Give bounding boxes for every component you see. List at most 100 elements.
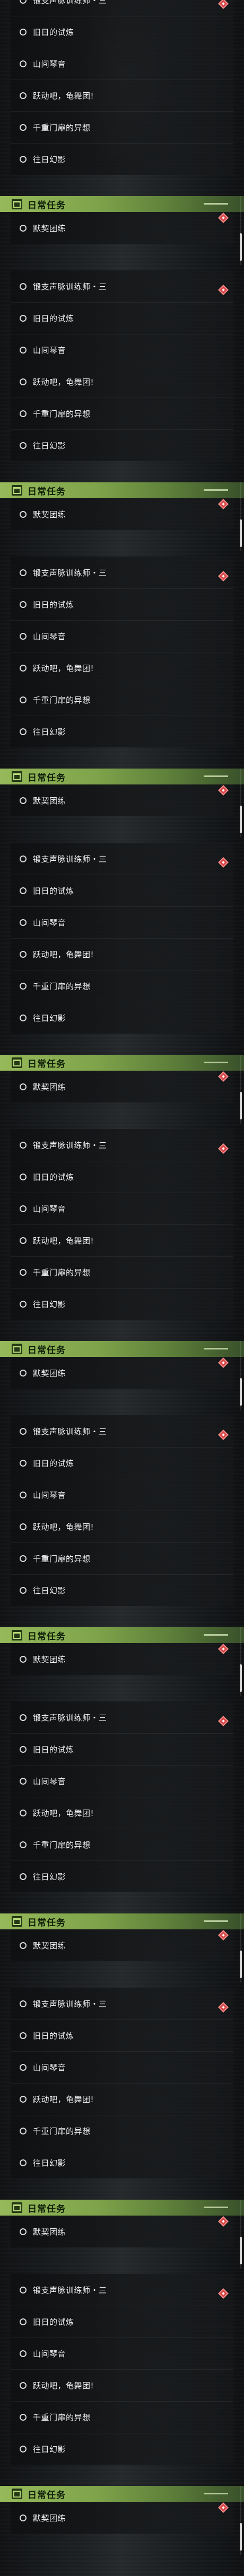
quest-item[interactable]: 跃动吧，龟舞团!	[11, 2083, 233, 2115]
daily-tasks-header[interactable]: 日常任务	[0, 482, 244, 498]
daily-quest-item[interactable]: 默契团练	[11, 1929, 233, 1961]
quest-item[interactable]: 旧日的试炼	[11, 2306, 233, 2337]
quest-item[interactable]: 锻支声脉训练师・三	[11, 1988, 233, 2019]
daily-tasks-header[interactable]: 日常任务	[0, 1913, 244, 1929]
daily-quest-item[interactable]: 默契团练	[11, 1071, 233, 1102]
daily-quest-item[interactable]: 默契团练	[11, 2502, 233, 2534]
scrollbar-thumb[interactable]	[240, 1092, 242, 1119]
quest-item[interactable]: 锻支声脉训练师・三	[11, 843, 233, 875]
map-pin-icon[interactable]	[218, 1357, 229, 1368]
quest-item[interactable]: 往日幻影	[11, 143, 233, 175]
quest-item[interactable]: 千重门扉的异想	[11, 2115, 233, 2147]
quest-item[interactable]: 山间琴音	[11, 334, 233, 366]
map-pin-icon[interactable]	[218, 1430, 229, 1440]
map-pin-icon[interactable]	[218, 2216, 229, 2227]
daily-quest-item[interactable]: 默契团练	[11, 2216, 233, 2247]
quest-item[interactable]: 山间琴音	[11, 48, 233, 80]
quest-item[interactable]: 山间琴音	[11, 1765, 233, 1797]
daily-tasks-header[interactable]: 日常任务	[0, 2200, 244, 2216]
quest-item[interactable]: 旧日的试炼	[11, 16, 233, 48]
map-pin-icon[interactable]	[218, 213, 229, 223]
quest-item[interactable]: 千重门扉的异想	[11, 1542, 233, 1574]
quest-item[interactable]: 锻支声脉训练师・三	[11, 1701, 233, 1733]
quest-item[interactable]: 千重门扉的异想	[11, 684, 233, 716]
map-pin-icon[interactable]	[218, 2502, 229, 2513]
quest-item[interactable]: 跃动吧，龟舞团!	[11, 652, 233, 684]
daily-tasks-header[interactable]: 日常任务	[0, 1341, 244, 1357]
daily-quest-item[interactable]: 默契团练	[11, 784, 233, 816]
daily-tasks-header[interactable]: 日常任务	[0, 1055, 244, 1071]
quest-item[interactable]: 千重门扉的异想	[11, 2401, 233, 2433]
quest-item[interactable]: 山间琴音	[11, 1479, 233, 1511]
quest-item[interactable]: 跃动吧，龟舞团!	[11, 2369, 233, 2401]
scrollbar-thumb[interactable]	[240, 2237, 242, 2264]
quest-item[interactable]: 往日幻影	[11, 2147, 233, 2178]
quest-item[interactable]: 跃动吧，龟舞团!	[11, 1224, 233, 1256]
map-pin-icon[interactable]	[218, 499, 229, 509]
scrollbar-thumb[interactable]	[240, 1951, 242, 1978]
quest-item[interactable]: 跃动吧，龟舞团!	[11, 366, 233, 398]
quest-item[interactable]: 千重门扉的异想	[11, 970, 233, 1002]
quest-item[interactable]: 往日幻影	[11, 429, 233, 461]
map-pin-icon[interactable]	[218, 2002, 229, 2013]
quest-item[interactable]: 山间琴音	[11, 2051, 233, 2083]
quest-item[interactable]: 往日幻影	[11, 1860, 233, 1892]
daily-tasks-header[interactable]: 日常任务	[0, 196, 244, 212]
quest-item[interactable]: 跃动吧，龟舞团!	[11, 1797, 233, 1829]
quest-item[interactable]: 锻支声脉训练师・三	[11, 2274, 233, 2306]
quest-item[interactable]: 锻支声脉训练师・三	[11, 557, 233, 588]
quest-item[interactable]: 旧日的试炼	[11, 875, 233, 906]
quest-item[interactable]: 往日幻影	[11, 2433, 233, 2465]
daily-tasks-header[interactable]: 日常任务	[0, 769, 244, 784]
quest-item[interactable]: 锻支声脉训练师・三	[11, 270, 233, 302]
map-pin-icon[interactable]	[218, 2288, 229, 2299]
quest-item[interactable]: 旧日的试炼	[11, 1161, 233, 1193]
quest-item[interactable]: 山间琴音	[11, 1193, 233, 1224]
daily-tasks-header[interactable]: 日常任务	[0, 1627, 244, 1643]
scrollbar-thumb[interactable]	[240, 1664, 242, 1692]
daily-quest-item[interactable]: 默契团练	[11, 212, 233, 244]
quest-item[interactable]: 旧日的试炼	[11, 1447, 233, 1479]
quest-item[interactable]: 千重门扉的异想	[11, 398, 233, 429]
quest-item[interactable]: 山间琴音	[11, 620, 233, 652]
map-pin-icon[interactable]	[218, 1143, 229, 1154]
map-pin-icon[interactable]	[218, 1716, 229, 1726]
quest-item[interactable]: 千重门扉的异想	[11, 111, 233, 143]
map-pin-icon[interactable]	[218, 285, 229, 295]
quest-item[interactable]: 锻支声脉训练师・三	[11, 1129, 233, 1161]
map-pin-icon[interactable]	[218, 0, 229, 9]
quest-item[interactable]: 往日幻影	[11, 1288, 233, 1320]
quest-item[interactable]: 山间琴音	[11, 906, 233, 938]
scrollbar-thumb[interactable]	[240, 519, 242, 547]
map-pin-icon[interactable]	[218, 571, 229, 581]
daily-quest-item[interactable]: 默契团练	[11, 1357, 233, 1389]
map-pin-icon[interactable]	[218, 1644, 229, 1654]
divider	[11, 1224, 233, 1225]
quest-item[interactable]: 旧日的试炼	[11, 2019, 233, 2051]
quest-item[interactable]: 山间琴音	[11, 2337, 233, 2369]
daily-tasks-header[interactable]: 日常任务	[0, 2486, 244, 2502]
map-pin-icon[interactable]	[218, 1930, 229, 1940]
scrollbar-thumb[interactable]	[240, 2523, 242, 2551]
quest-item[interactable]: 锻支声脉训练师・三	[11, 0, 233, 16]
daily-quest-item[interactable]: 默契团练	[11, 1643, 233, 1675]
quest-item[interactable]: 往日幻影	[11, 1002, 233, 1034]
map-pin-icon[interactable]	[218, 857, 229, 868]
scrollbar-thumb[interactable]	[240, 806, 242, 833]
scrollbar-thumb[interactable]	[240, 233, 242, 261]
quest-item[interactable]: 跃动吧，龟舞团!	[11, 938, 233, 970]
quest-item[interactable]: 旧日的试炼	[11, 1733, 233, 1765]
map-pin-icon[interactable]	[218, 785, 229, 796]
map-pin-icon[interactable]	[218, 1071, 229, 1082]
scrollbar-thumb[interactable]	[240, 1378, 242, 1406]
quest-item[interactable]: 千重门扉的异想	[11, 1829, 233, 1860]
quest-item[interactable]: 跃动吧，龟舞团!	[11, 1511, 233, 1542]
quest-item[interactable]: 往日幻影	[11, 1574, 233, 1606]
quest-item[interactable]: 跃动吧，龟舞团!	[11, 80, 233, 111]
quest-item[interactable]: 锻支声脉训练师・三	[11, 1415, 233, 1447]
quest-item[interactable]: 千重门扉的异想	[11, 1256, 233, 1288]
quest-item[interactable]: 往日幻影	[11, 716, 233, 747]
quest-item[interactable]: 旧日的试炼	[11, 588, 233, 620]
quest-item[interactable]: 旧日的试炼	[11, 302, 233, 334]
daily-quest-item[interactable]: 默契团练	[11, 498, 233, 530]
